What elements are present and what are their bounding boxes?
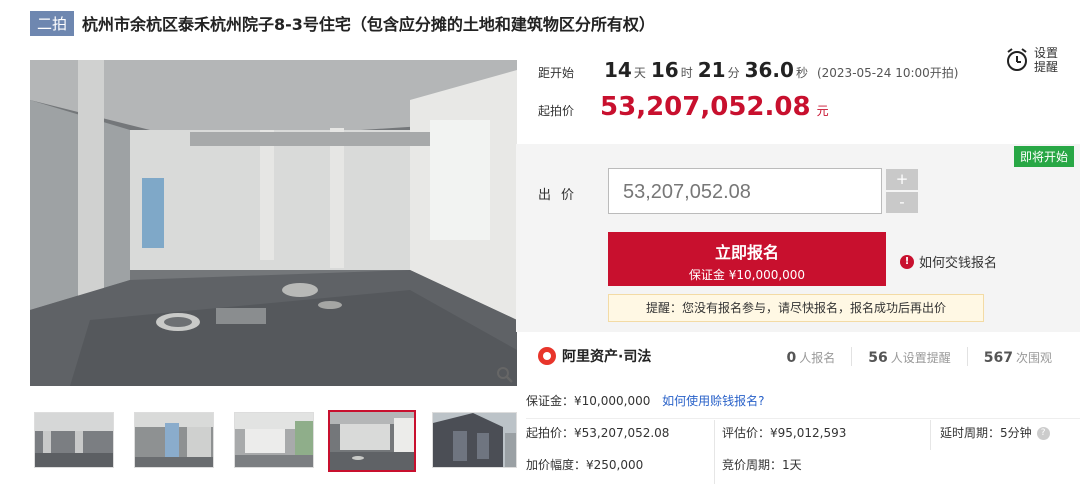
countdown-minutes: 21 [697,58,726,82]
interior-photo [30,60,517,386]
ali-asset-logo-icon [538,347,556,365]
brand-stats-row: 阿里资产·司法 0 人报名 56 人设置提醒 567 次围观 [516,336,1080,376]
thumbnail[interactable] [432,412,517,468]
detail-appraisal: 评估价：¥95,012,593 [722,426,847,440]
detail-cycle: 竞价周期：1天 [722,458,802,472]
auction-round-badge: 二拍 [30,10,75,36]
start-price-value: 53,207,052.08 [600,92,811,122]
countdown-hours: 16 [650,58,679,82]
info-icon: ! [900,254,914,269]
stat-reminders-count: 56 [868,349,888,366]
countdown-seconds: 36.0 [744,58,794,82]
item-title-bar: 二拍 杭州市余杭区泰禾杭州院子8-3号住宅（包含应分摊的土地和建筑物区分所有权） [30,10,655,36]
stat-reminders-label: 人设置提醒 [890,350,951,365]
countdown-hours-unit: 时 [680,66,693,80]
countdown: 距开始 14 天 16 时 21 分 36.0 秒 (2023-05-24 10… [538,58,958,82]
stat-signups: 0 人报名 [770,347,851,366]
status-badge: 即将开始 [1013,146,1074,167]
signup-notice: 提醒：您没有报名参与，请尽快报名，报名成功后再出价 [608,294,984,322]
detail-delay-text: 延时周期：5分钟 [940,426,1032,440]
bid-amount-input[interactable]: 53,207,052.08 [608,168,882,214]
stat-views-count: 567 [983,349,1013,366]
stat-reminders: 56 人设置提醒 [851,346,967,366]
thumbnail[interactable] [34,412,114,468]
start-price-unit: 元 [816,104,829,118]
set-reminder-button[interactable]: 设置提醒 [1006,46,1060,74]
auction-start-time: (2023-05-24 10:00开拍) [816,66,959,80]
payment-help-link[interactable]: ! 如何交钱报名 [900,252,997,271]
signup-button[interactable]: 立即报名 保证金 ¥10,000,000 [608,232,886,286]
stat-views-label: 次围观 [1015,350,1052,365]
page-title: 杭州市余杭区泰禾杭州院子8-3号住宅（包含应分摊的土地和建筑物区分所有权） [82,15,655,34]
start-price-label: 起拍价 [538,104,575,118]
divider [714,420,715,484]
main-photo[interactable] [30,60,517,386]
countdown-seconds-unit: 秒 [795,66,808,80]
stat-signups-count: 0 [786,349,797,366]
reminder-label: 设置提醒 [1034,46,1059,74]
auction-stats: 0 人报名 56 人设置提醒 567 次围观 [770,346,1068,366]
divider [930,420,931,450]
zoom-icon[interactable] [496,366,514,384]
payment-help-label: 如何交钱报名 [919,256,998,271]
countdown-label: 距开始 [538,66,575,80]
countdown-days: 14 [604,58,632,82]
brand[interactable]: 阿里资产·司法 [538,346,651,366]
signup-button-label: 立即报名 [714,243,779,262]
stat-signups-label: 人报名 [799,350,836,365]
deposit-text: 保证金：¥10,000,000 [526,394,651,408]
thumbnail[interactable] [234,412,314,468]
detail-increment: 加价幅度：¥250,000 [526,458,644,472]
stat-views: 567 次围观 [966,346,1068,366]
thumbnail[interactable] [134,412,214,468]
increase-bid-button[interactable]: + [886,169,918,190]
brand-name: 阿里资产·司法 [562,349,652,365]
thumbnail-active[interactable] [328,410,416,472]
countdown-days-unit: 天 [633,66,646,80]
help-icon[interactable]: ? [1036,427,1050,440]
signup-deposit-text: 保证金 ¥10,000,000 [688,268,806,282]
bid-panel: 即将开始 出价 53,207,052.08 + - 立即报名 保证金 ¥10,0… [516,144,1080,332]
bid-label: 出价 [538,188,585,203]
deposit-row: 保证金：¥10,000,000 如何使用赊钱报名? [526,392,765,409]
credit-signup-link[interactable]: 如何使用赊钱报名? [662,394,764,408]
alarm-clock-icon [1007,48,1027,71]
detail-delay: 延时周期：5分钟? [940,424,1050,441]
divider [526,418,1080,419]
start-price: 起拍价 53,207,052.08 元 [538,92,829,122]
thumbnail-strip [30,410,517,472]
detail-start-price: 起拍价：¥53,207,052.08 [526,426,670,440]
countdown-minutes-unit: 分 [727,66,740,80]
decrease-bid-button[interactable]: - [886,192,918,213]
